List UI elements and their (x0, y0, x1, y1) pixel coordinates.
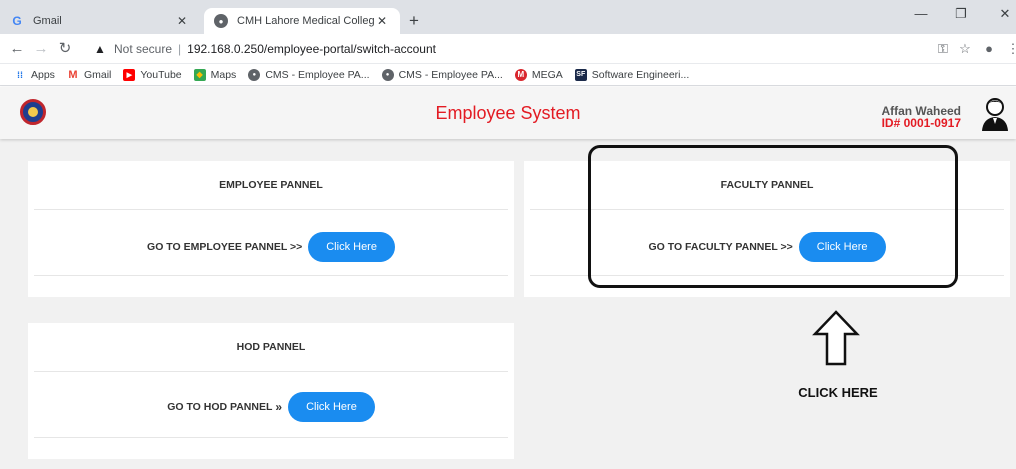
browser-toolbar: ← → ↻ ▲ Not secure | 192.168.0.250/emplo… (0, 34, 1016, 64)
reload-icon[interactable]: ↻ (56, 40, 74, 58)
bookmark-label: CMS - Employee PA... (265, 68, 370, 81)
bookmark-label: CMS - Employee PA... (398, 68, 503, 81)
bookmark-maps[interactable]: ◆ Maps (193, 68, 237, 81)
bookmark-label: YouTube (140, 68, 182, 81)
new-tab-button[interactable]: + (404, 12, 424, 30)
divider (34, 209, 508, 210)
gmail-icon: M (68, 68, 78, 81)
employee-panel-card: EMPLOYEE PANNEL GO TO EMPLOYEE PANNEL >>… (28, 161, 514, 297)
sf-icon: SF (574, 68, 587, 81)
divider (34, 275, 508, 276)
bookmark-software-engineering[interactable]: SF Software Engineeri... (574, 68, 690, 81)
up-arrow-icon (812, 310, 860, 366)
card-title: HOD PANNEL (236, 341, 306, 353)
minimize-button[interactable]: — (906, 6, 936, 21)
double-chevron-right-icon: » (275, 400, 283, 414)
profile-icon[interactable]: ● (980, 41, 998, 56)
close-icon[interactable]: ✕ (374, 14, 390, 28)
bookmark-gmail[interactable]: M Gmail (67, 69, 111, 81)
card-action-row: GO TO EMPLOYEE PANNEL >> Click Here (28, 232, 514, 262)
divider (34, 371, 508, 372)
globe-icon: ● (248, 68, 261, 81)
star-icon[interactable]: ☆ (956, 41, 974, 57)
user-avatar-icon[interactable] (980, 97, 1010, 131)
bookmarks-bar: ⁞⁞ Apps M Gmail ▶ YouTube ◆ Maps ● CMS -… (0, 64, 1016, 86)
tab-title: CMH Lahore Medical College (237, 15, 374, 27)
security-label: Not secure (114, 42, 173, 56)
bookmark-label: Software Engineeri... (591, 68, 690, 81)
divider (34, 437, 508, 438)
mega-icon: M (514, 68, 527, 81)
app-header: Employee System Affan Waheed ID# 0001-09… (0, 87, 1016, 139)
click-here-annotation: CLICK HERE (798, 385, 878, 400)
card-title: EMPLOYEE PANNEL (219, 179, 323, 191)
tab-gmail[interactable]: G Gmail ✕ (0, 8, 200, 34)
globe-icon: ● (381, 68, 394, 81)
globe-icon: ● (214, 14, 228, 28)
url-text: 192.168.0.250/employee-portal/switch-acc… (187, 42, 436, 56)
employee-click-here-button[interactable]: Click Here (308, 232, 395, 262)
youtube-icon: ▶ (123, 68, 136, 81)
hod-panel-card: HOD PANNEL GO TO HOD PANNEL » Click Here (28, 323, 514, 459)
bookmark-label: Apps (31, 68, 55, 81)
close-icon[interactable]: ✕ (174, 14, 190, 28)
key-icon[interactable]: ⚿ (934, 41, 952, 57)
gmail-g-icon: G (12, 14, 22, 28)
tab-cmh-lahore[interactable]: ● CMH Lahore Medical College ✕ (204, 8, 400, 34)
warning-triangle-icon: ▲ (94, 42, 106, 56)
bookmark-youtube[interactable]: ▶ YouTube (123, 68, 182, 81)
hod-click-here-button[interactable]: Click Here (288, 392, 375, 422)
apps-grid-icon: ⁞⁞ (17, 69, 23, 80)
bookmark-label: Gmail (83, 68, 112, 81)
bookmark-label: MEGA (531, 68, 563, 81)
user-id: ID# 0001-0917 (881, 116, 961, 130)
go-to-prompt: GO TO EMPLOYEE PANNEL >> (147, 241, 303, 253)
bookmark-mega[interactable]: M MEGA (514, 68, 563, 81)
highlight-rectangle (588, 145, 958, 288)
app-title: Employee System (435, 103, 581, 123)
more-menu-icon[interactable]: ⋮ (1004, 41, 1016, 57)
restore-button[interactable]: ❐ (946, 6, 976, 22)
page-content: Employee System Affan Waheed ID# 0001-09… (0, 87, 1016, 469)
go-to-prompt: GO TO HOD PANNEL (167, 401, 273, 413)
bookmark-cms-1[interactable]: ● CMS - Employee PA... (248, 68, 370, 81)
browser-tab-strip: G Gmail ✕ ● CMH Lahore Medical College ✕… (0, 0, 1016, 34)
close-window-button[interactable]: ✕ (990, 6, 1016, 22)
address-separator: | (178, 42, 182, 56)
maps-icon: ◆ (193, 68, 206, 81)
address-bar[interactable]: ▲ Not secure | 192.168.0.250/employee-po… (94, 38, 984, 60)
bookmark-cms-2[interactable]: ● CMS - Employee PA... (381, 68, 503, 81)
tab-title: Gmail (33, 15, 62, 27)
back-arrow-icon[interactable]: ← (8, 40, 26, 58)
bookmark-label: Maps (210, 68, 237, 81)
forward-arrow-icon[interactable]: → (32, 40, 50, 58)
bookmark-apps[interactable]: ⁞⁞ Apps (14, 69, 55, 81)
card-action-row: GO TO HOD PANNEL » Click Here (28, 392, 514, 422)
